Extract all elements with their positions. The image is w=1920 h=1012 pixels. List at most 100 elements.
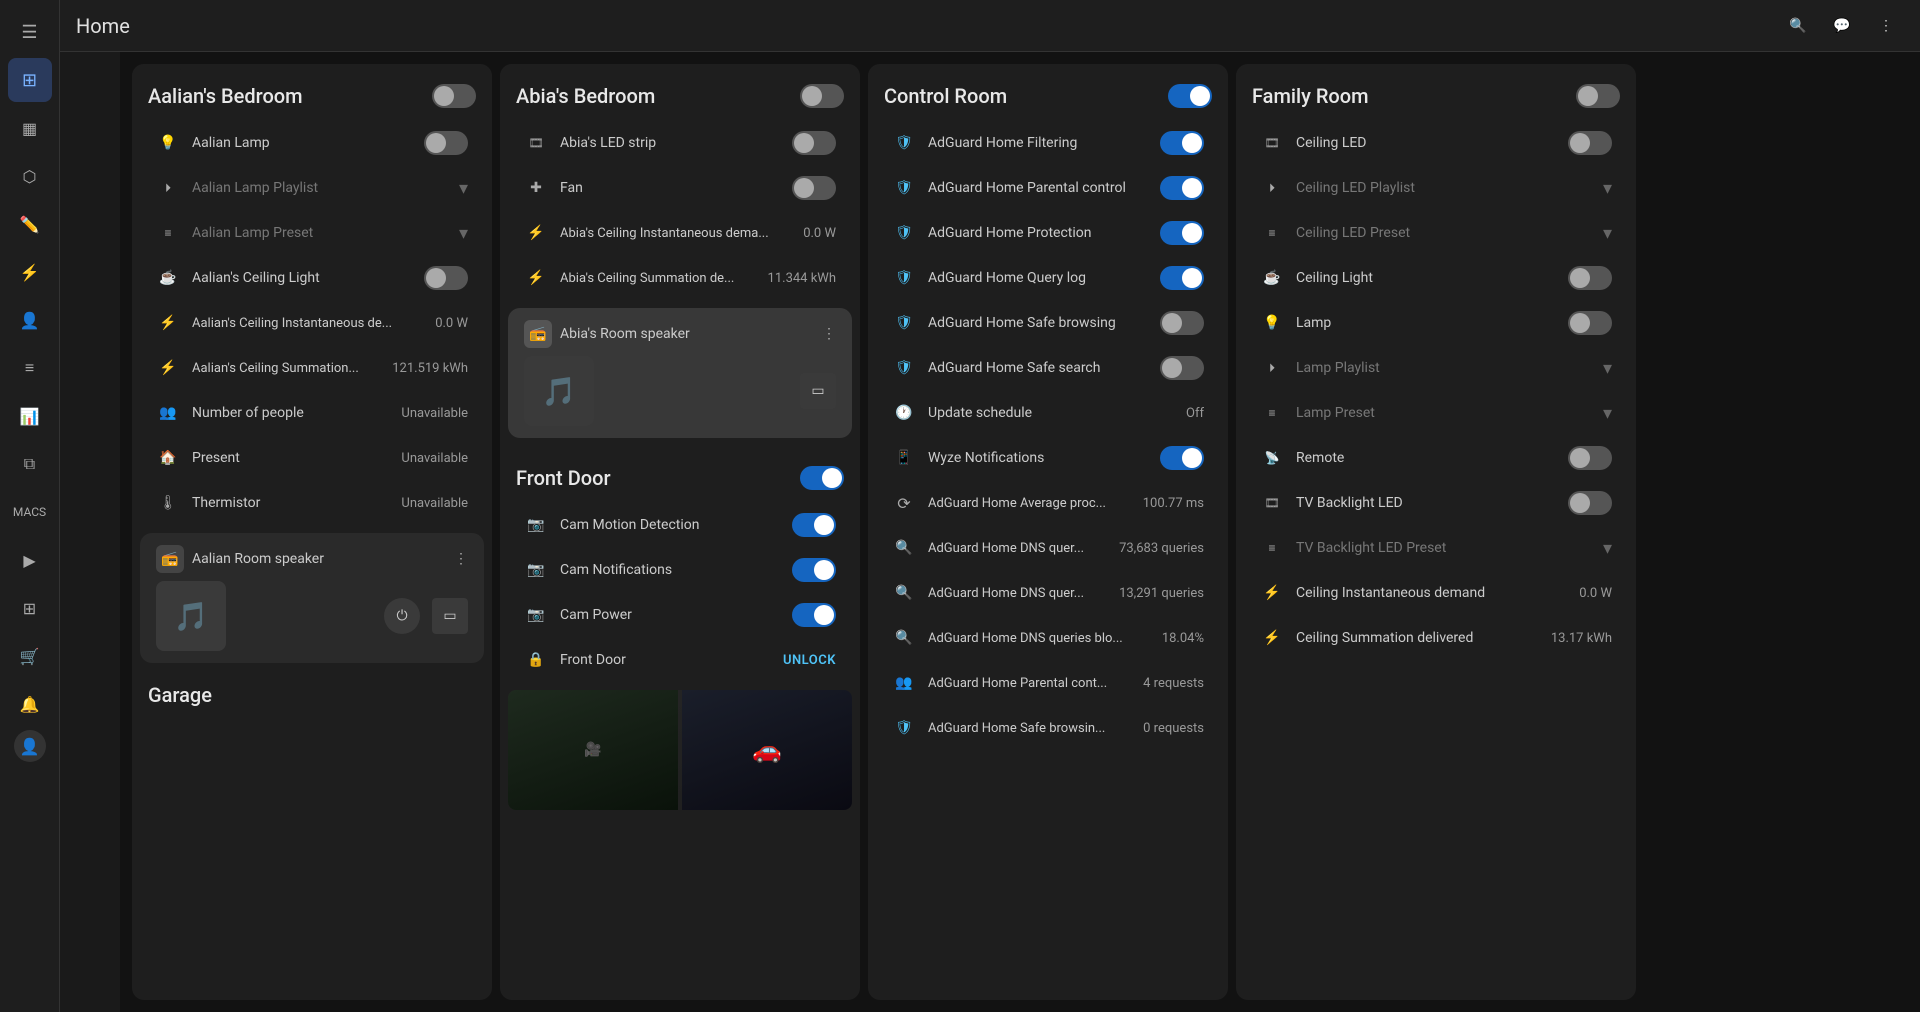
toggle-fan[interactable]: [792, 176, 836, 200]
sidebar-item-entity[interactable]: ⬡: [8, 154, 52, 198]
sidebar-item-edit[interactable]: ✏️: [8, 202, 52, 246]
toggle-abias-bedroom[interactable]: [800, 84, 844, 108]
sidebar-item-store[interactable]: 🛒: [8, 634, 52, 678]
toggle-family-room[interactable]: [1576, 84, 1620, 108]
toggle-wyze-notifications[interactable]: [1160, 446, 1204, 470]
list-item[interactable]: ⏵ Ceiling LED Playlist ▾: [1244, 166, 1628, 210]
list-item[interactable]: 📱 Wyze Notifications: [876, 436, 1220, 480]
more-options-icon[interactable]: ⋮: [822, 326, 836, 342]
toggle-remote[interactable]: [1568, 446, 1612, 470]
preset-icon: ≡: [156, 221, 180, 245]
toggle-cam-motion[interactable]: [792, 513, 836, 537]
toggle-aalians-ceiling-light[interactable]: [424, 266, 468, 290]
list-item[interactable]: 💡 Lamp: [1244, 301, 1628, 345]
list-item[interactable]: 🌡 Thermistor Unavailable: [140, 481, 484, 525]
list-item[interactable]: ≡ Ceiling LED Preset ▾: [1244, 211, 1628, 255]
toggle-control-room[interactable]: [1168, 84, 1212, 108]
power-icon: ⚡: [1260, 581, 1284, 605]
toggle-cam-power[interactable]: [792, 603, 836, 627]
more-icon[interactable]: ⋮: [1868, 8, 1904, 44]
list-item[interactable]: ⟳ AdGuard Home Average proc... 100.77 ms: [876, 481, 1220, 525]
sidebar-item-play[interactable]: ▶: [8, 538, 52, 582]
list-item[interactable]: 🛡 AdGuard Home Filtering: [876, 121, 1220, 165]
toggle-adguard-safesearch[interactable]: [1160, 356, 1204, 380]
speaker-body-abia: 🎵 ▭: [524, 356, 836, 426]
list-item[interactable]: 🔍 AdGuard Home DNS quer... 73,683 querie…: [876, 526, 1220, 570]
list-item[interactable]: 👥 Number of people Unavailable: [140, 391, 484, 435]
sidebar-item-bell[interactable]: 🔔: [8, 682, 52, 726]
list-item[interactable]: ⚡ Aalian's Ceiling Summation... 121.519 …: [140, 346, 484, 390]
toggle-lamp[interactable]: [1568, 311, 1612, 335]
room-abias-bedroom: Abia's Bedroom 🎞 Abia's LED strip ✚ Fan …: [500, 64, 860, 1000]
list-item[interactable]: ≡ Lamp Preset ▾: [1244, 391, 1628, 435]
list-item[interactable]: ⏵ Aalian Lamp Playlist ▾: [140, 166, 484, 210]
list-item[interactable]: 🎞 Abia's LED strip: [508, 121, 852, 165]
list-item[interactable]: 📷 Cam Motion Detection: [508, 503, 852, 547]
sidebar-item-macs[interactable]: MACS: [8, 490, 52, 534]
sidebar-item-chart[interactable]: 📊: [8, 394, 52, 438]
playlist-icon: ⏵: [1260, 176, 1284, 200]
list-item[interactable]: ⏵ Lamp Playlist ▾: [1244, 346, 1628, 390]
sidebar-item-menu[interactable]: ☰: [8, 10, 52, 54]
list-item[interactable]: 🛡 AdGuard Home Protection: [876, 211, 1220, 255]
toggle-adguard-parental[interactable]: [1160, 176, 1204, 200]
toggle-tv-backlight[interactable]: [1568, 491, 1612, 515]
list-item[interactable]: 📡 Remote: [1244, 436, 1628, 480]
toggle-ceiling-light[interactable]: [1568, 266, 1612, 290]
cast-button[interactable]: ▭: [800, 373, 836, 409]
sidebar-item-list[interactable]: ≡: [8, 346, 52, 390]
list-item[interactable]: 🕐 Update schedule Off: [876, 391, 1220, 435]
list-item[interactable]: 📷 Cam Notifications: [508, 548, 852, 592]
list-item[interactable]: 💡 Aalian Lamp: [140, 121, 484, 165]
sidebar-item-layers[interactable]: ⧉: [8, 442, 52, 486]
toggle-aalian-lamp[interactable]: [424, 131, 468, 155]
sidebar-item-avatar[interactable]: 👤: [14, 730, 46, 762]
cast-button[interactable]: ▭: [432, 598, 468, 634]
list-item[interactable]: 🔍 AdGuard Home DNS queries blo... 18.04%: [876, 616, 1220, 660]
sidebar-item-dashboard[interactable]: ⊞: [8, 58, 52, 102]
sidebar-item-widgets[interactable]: ▦: [8, 106, 52, 150]
list-item[interactable]: ☕ Ceiling Light: [1244, 256, 1628, 300]
toggle-abias-led[interactable]: [792, 131, 836, 155]
list-item[interactable]: 🔍 AdGuard Home DNS quer... 13,291 querie…: [876, 571, 1220, 615]
list-item[interactable]: ⚡ Ceiling Instantaneous demand 0.0 W: [1244, 571, 1628, 615]
list-item[interactable]: 🛡 AdGuard Home Query log: [876, 256, 1220, 300]
list-item[interactable]: 🛡 AdGuard Home Safe search: [876, 346, 1220, 390]
toggle-ceiling-led[interactable]: [1568, 131, 1612, 155]
list-item[interactable]: ✚ Fan: [508, 166, 852, 210]
toggle-adguard-safebrowsing[interactable]: [1160, 311, 1204, 335]
list-item[interactable]: 🎞 TV Backlight LED: [1244, 481, 1628, 525]
sidebar-item-grid[interactable]: ⊞: [8, 586, 52, 630]
list-item[interactable]: 📷 Cam Power: [508, 593, 852, 637]
list-item[interactable]: ⚡ Ceiling Summation delivered 13.17 kWh: [1244, 616, 1628, 660]
list-item[interactable]: ☕ Aalian's Ceiling Light: [140, 256, 484, 300]
toggle-adguard-querylog[interactable]: [1160, 266, 1204, 290]
device-name: Wyze Notifications: [928, 450, 1148, 466]
power-button[interactable]: ⏻: [384, 598, 420, 634]
list-item[interactable]: 🛡 AdGuard Home Safe browsing: [876, 301, 1220, 345]
chat-icon[interactable]: 💬: [1824, 8, 1860, 44]
toggle-adguard-filtering[interactable]: [1160, 131, 1204, 155]
toggle-front-door[interactable]: [800, 466, 844, 490]
list-item[interactable]: ⚡ Abia's Ceiling Summation de... 11.344 …: [508, 256, 852, 300]
toggle-adguard-protection[interactable]: [1160, 221, 1204, 245]
list-item[interactable]: 🛡 AdGuard Home Parental control: [876, 166, 1220, 210]
toggle-cam-notifications[interactable]: [792, 558, 836, 582]
list-item[interactable]: 🛡 AdGuard Home Safe browsin... 0 request…: [876, 706, 1220, 750]
sidebar-item-person[interactable]: 👤: [8, 298, 52, 342]
search-icon[interactable]: 🔍: [1780, 8, 1816, 44]
toggle-aalians-bedroom[interactable]: [432, 84, 476, 108]
sidebar-item-lightning[interactable]: ⚡: [8, 250, 52, 294]
list-item[interactable]: 🏠 Present Unavailable: [140, 436, 484, 480]
camera-icon: 📷: [524, 513, 548, 537]
more-options-icon[interactable]: ⋮: [454, 551, 468, 567]
list-item[interactable]: ⚡ Aalian's Ceiling Instantaneous de... 0…: [140, 301, 484, 345]
list-item[interactable]: 👥 AdGuard Home Parental cont... 4 reques…: [876, 661, 1220, 705]
list-item[interactable]: ≡ TV Backlight LED Preset ▾: [1244, 526, 1628, 570]
list-item[interactable]: ≡ Aalian Lamp Preset ▾: [140, 211, 484, 255]
device-name: Ceiling LED Preset: [1296, 225, 1591, 241]
list-item[interactable]: 🎞 Ceiling LED: [1244, 121, 1628, 165]
unlock-button[interactable]: UNLOCK: [783, 653, 836, 668]
list-item[interactable]: ⚡ Abia's Ceiling Instantaneous dema... 0…: [508, 211, 852, 255]
list-item[interactable]: 🔒 Front Door UNLOCK: [508, 638, 852, 682]
